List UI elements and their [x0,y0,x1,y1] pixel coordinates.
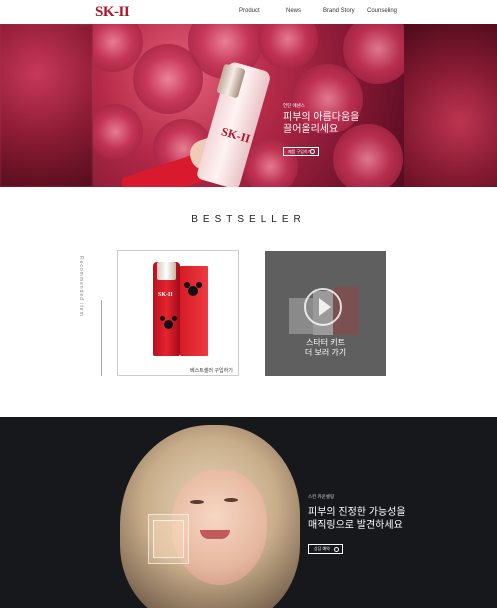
banner-title: 피부의 진정한 가능성을 매직링으로 발견하세요 [308,507,406,531]
product-logo: SK-II [158,292,173,298]
model-eye [224,498,238,502]
buy-product-button-label: 제품 구입하기 [288,149,312,154]
book-consultation-button[interactable]: 상담 예약 [308,544,343,554]
play-triangle-icon [319,298,331,316]
arrow-circle-icon [310,149,315,154]
banner-sub-label: 스킨 카운셀링 [308,494,335,499]
skin-scan-inner [153,520,184,558]
hero-left-backdrop [0,24,93,187]
nav-item-product[interactable]: Product [239,8,260,14]
arrow-circle-icon [334,546,339,552]
hero-sub-label: 언틴 에센스 [283,103,305,108]
mickey-head [164,320,173,329]
starter-kit-link[interactable]: 스타터 키트 더 보러 가기 [265,338,386,358]
product-box [180,266,208,356]
book-consultation-label: 상담 예약 [314,546,330,551]
model-lips [200,530,230,539]
bestseller-title: BESTSELLER [191,214,306,225]
mickey-ear [184,282,190,288]
brand-logo[interactable]: SK-II [95,4,130,21]
recommended-item-label: Recommended item [78,256,84,317]
hero-title: 피부의 아름다움을 끌어올리세요 [283,112,360,135]
mickey-ear [160,316,165,321]
mickey-ear [196,282,202,288]
buy-product-button[interactable]: 제품 구입하기 [283,147,319,156]
buy-bestseller-link[interactable]: 베스트셀러 구입하기 [190,367,233,374]
nav-item-brand-story[interactable]: Brand Story [323,8,355,14]
product-cap [157,262,176,280]
site-header: SK-II Product News Brand Story Counselin… [0,0,497,24]
mickey-ear [172,316,177,321]
nav-item-news[interactable]: News [286,8,301,14]
hero-banner: SK-II 언틴 에센스 피부의 아름다움을 끌어올리세요 제품 구입하기 [0,24,497,187]
flower-shape [258,24,318,69]
side-divider [101,300,102,376]
model-eye [190,500,204,504]
hero-right-backdrop [404,24,497,187]
nav-item-counseling[interactable]: Counseling [367,8,397,14]
flower-shape [93,104,143,159]
